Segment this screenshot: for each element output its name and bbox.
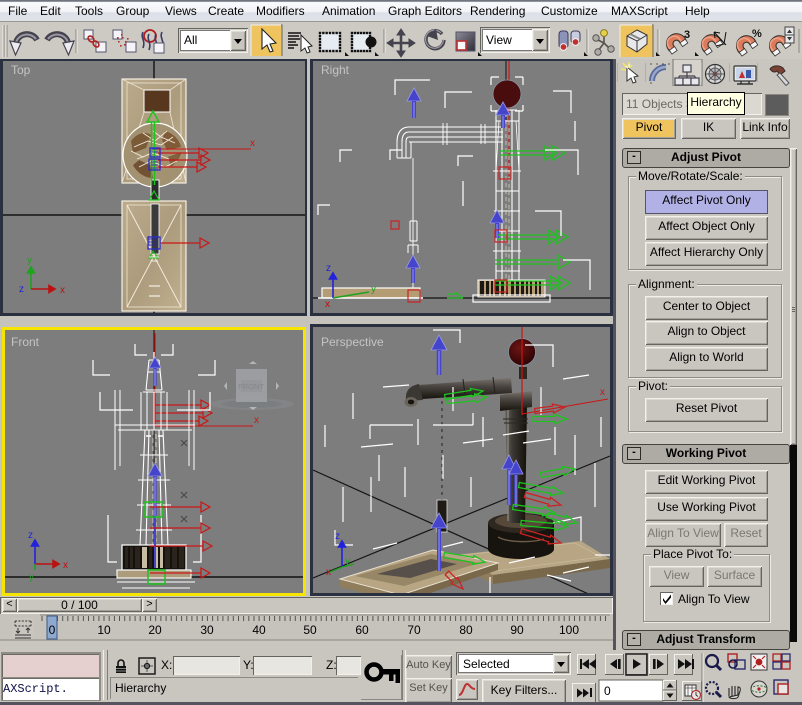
svg-text:x: x — [325, 299, 330, 310]
svg-text:z: z — [326, 263, 331, 274]
svg-text:70: 70 — [407, 623, 421, 637]
svg-text:FRONT: FRONT — [238, 382, 264, 391]
svg-text:x: x — [63, 560, 68, 571]
svg-text:0: 0 — [604, 684, 611, 698]
svg-text:10: 10 — [97, 623, 111, 637]
svg-text:y: y — [345, 556, 350, 567]
svg-text:50: 50 — [303, 623, 317, 637]
svg-text:40: 40 — [252, 623, 266, 637]
svg-text:30: 30 — [200, 623, 214, 637]
svg-text:z: z — [335, 531, 340, 542]
svg-text:y: y — [29, 572, 34, 583]
svg-text:90: 90 — [510, 623, 524, 637]
svg-text:100: 100 — [559, 623, 579, 637]
svg-text:x: x — [60, 285, 65, 296]
svg-text:80: 80 — [459, 623, 473, 637]
svg-text:0: 0 — [49, 623, 56, 637]
svg-text:y: y — [27, 255, 32, 266]
svg-text:z: z — [28, 530, 33, 541]
svg-text:60: 60 — [355, 623, 369, 637]
svg-text:x: x — [326, 567, 331, 578]
svg-text:20: 20 — [148, 623, 162, 637]
svg-text:x: x — [250, 138, 255, 149]
svg-text:x: x — [254, 415, 259, 426]
svg-text:x: x — [600, 387, 605, 398]
svg-text:%: % — [752, 28, 762, 40]
svg-text:y: y — [371, 284, 376, 295]
svg-text:z: z — [19, 284, 24, 295]
svg-text:3: 3 — [684, 29, 690, 41]
